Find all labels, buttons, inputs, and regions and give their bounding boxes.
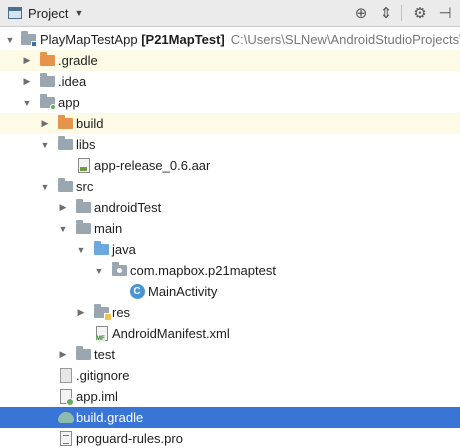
tree-item-label: build.gradle <box>76 410 144 425</box>
gear-icon[interactable]: ⚙ <box>409 2 431 24</box>
folder-icon <box>75 199 91 216</box>
tree-row-test-folder[interactable]: ▶ test <box>0 344 460 365</box>
expanded-arrow-icon[interactable]: ▼ <box>57 223 69 235</box>
tree-item-label: build <box>76 116 104 131</box>
tree-item-label: AndroidManifest.xml <box>112 326 230 341</box>
tree-row-idea-folder[interactable]: ▶ .idea <box>0 71 460 92</box>
expanded-arrow-icon[interactable]: ▼ <box>21 97 33 109</box>
tree-item-label: com.mapbox.p21maptest <box>130 263 276 278</box>
tree-item-label: java <box>112 242 136 257</box>
tree-item-label: app.iml <box>76 389 118 404</box>
tree-item-label: test <box>94 347 115 362</box>
hide-icon[interactable]: ⊣ <box>434 2 456 24</box>
iml-file-icon <box>58 389 74 406</box>
dropdown-caret-icon: ▼ <box>74 8 84 18</box>
tree-row-app-iml[interactable]: app.iml <box>0 386 460 407</box>
source-folder-icon <box>93 241 109 258</box>
tree-row-project-root[interactable]: ▼ PlayMapTestApp [P21MapTest] C:\Users\SL… <box>0 29 460 50</box>
tree-row-proguard[interactable]: proguard-rules.pro <box>0 428 460 448</box>
tree-row-aar-file[interactable]: app-release_0.6.aar <box>0 155 460 176</box>
project-folder-icon <box>20 31 37 48</box>
tree-item-label: src <box>76 179 94 194</box>
tree-row-mainactivity[interactable]: C MainActivity <box>0 281 460 302</box>
expanded-arrow-icon[interactable]: ▼ <box>39 181 51 193</box>
gradle-file-icon <box>58 410 74 426</box>
collapsed-arrow-icon[interactable]: ▶ <box>75 307 87 319</box>
module-folder-icon <box>39 94 56 111</box>
collapsed-arrow-icon[interactable]: ▶ <box>57 349 69 361</box>
toolbar-divider <box>401 5 402 21</box>
project-path: C:\Users\SLNew\AndroidStudioProjects\0 <box>230 32 460 47</box>
gitignore-file-icon <box>58 368 74 384</box>
tree-item-label: MainActivity <box>148 284 218 299</box>
package-icon <box>111 262 127 279</box>
expanded-arrow-icon[interactable]: ▼ <box>4 34 16 46</box>
folder-icon <box>57 136 73 153</box>
tree-row-build-gradle[interactable]: build.gradle <box>0 407 460 428</box>
tree-item-label: PlayMapTestApp [P21MapTest] C:\Users\SLNe… <box>40 29 460 50</box>
class-icon: C <box>129 284 145 300</box>
folder-icon <box>57 178 73 195</box>
collapsed-arrow-icon[interactable]: ▶ <box>21 76 33 88</box>
manifest-file-icon <box>94 326 110 342</box>
resource-folder-icon <box>93 304 112 321</box>
text-file-icon <box>58 431 74 447</box>
tree-row-res-folder[interactable]: ▶ res <box>0 302 460 323</box>
tree-row-gitignore[interactable]: .gitignore <box>0 365 460 386</box>
archive-file-icon <box>76 158 92 174</box>
expanded-arrow-icon[interactable]: ▼ <box>75 244 87 256</box>
expanded-arrow-icon[interactable]: ▼ <box>39 139 51 151</box>
tree-row-build-folder[interactable]: ▶ build <box>0 113 460 134</box>
collapsed-arrow-icon[interactable]: ▶ <box>39 118 51 130</box>
folder-icon <box>75 220 91 237</box>
tree-item-label: androidTest <box>94 200 162 215</box>
tree-row-java-folder[interactable]: ▼ java <box>0 239 460 260</box>
project-tree[interactable]: ▼ PlayMapTestApp [P21MapTest] C:\Users\SL… <box>0 27 460 448</box>
tree-row-main-folder[interactable]: ▼ main <box>0 218 460 239</box>
tree-row-app-module[interactable]: ▼ app <box>0 92 460 113</box>
window-icon <box>8 7 22 19</box>
tree-row-androidtest-folder[interactable]: ▶ androidTest <box>0 197 460 218</box>
tree-row-gradle-folder[interactable]: ▶ .gradle <box>0 50 460 71</box>
tree-item-label: .idea <box>58 74 87 89</box>
tree-item-label: proguard-rules.pro <box>76 431 183 446</box>
tree-item-label: libs <box>76 137 96 152</box>
folder-icon <box>75 346 91 363</box>
collapsed-arrow-icon[interactable]: ▶ <box>21 55 33 67</box>
tree-row-libs-folder[interactable]: ▼ libs <box>0 134 460 155</box>
folder-icon <box>39 73 55 90</box>
tree-item-label: res <box>112 305 131 320</box>
tree-item-label: .gradle <box>58 53 98 68</box>
folder-orange-icon <box>39 52 55 69</box>
tree-row-src-folder[interactable]: ▼ src <box>0 176 460 197</box>
tree-item-label: app-release_0.6.aar <box>94 158 211 173</box>
tree-item-label: .gitignore <box>76 368 130 383</box>
project-view-title: Project <box>28 5 69 21</box>
collapsed-arrow-icon[interactable]: ▶ <box>57 202 69 214</box>
tree-row-package[interactable]: ▼ com.mapbox.p21maptest <box>0 260 460 281</box>
locate-icon[interactable]: ⊕ <box>350 2 372 24</box>
project-toolbar: Project ▼ ⊕ ⇕ ⚙ ⊣ <box>0 0 460 27</box>
expanded-arrow-icon[interactable]: ▼ <box>93 265 105 277</box>
project-view-selector[interactable]: Project ▼ <box>0 0 83 26</box>
tree-item-label: main <box>94 221 123 236</box>
module-name: [P21MapTest] <box>141 32 225 47</box>
folder-orange-icon <box>57 115 73 132</box>
tree-row-manifest[interactable]: AndroidManifest.xml <box>0 323 460 344</box>
collapse-all-icon[interactable]: ⇕ <box>375 2 397 24</box>
tree-item-label: app <box>58 95 80 110</box>
